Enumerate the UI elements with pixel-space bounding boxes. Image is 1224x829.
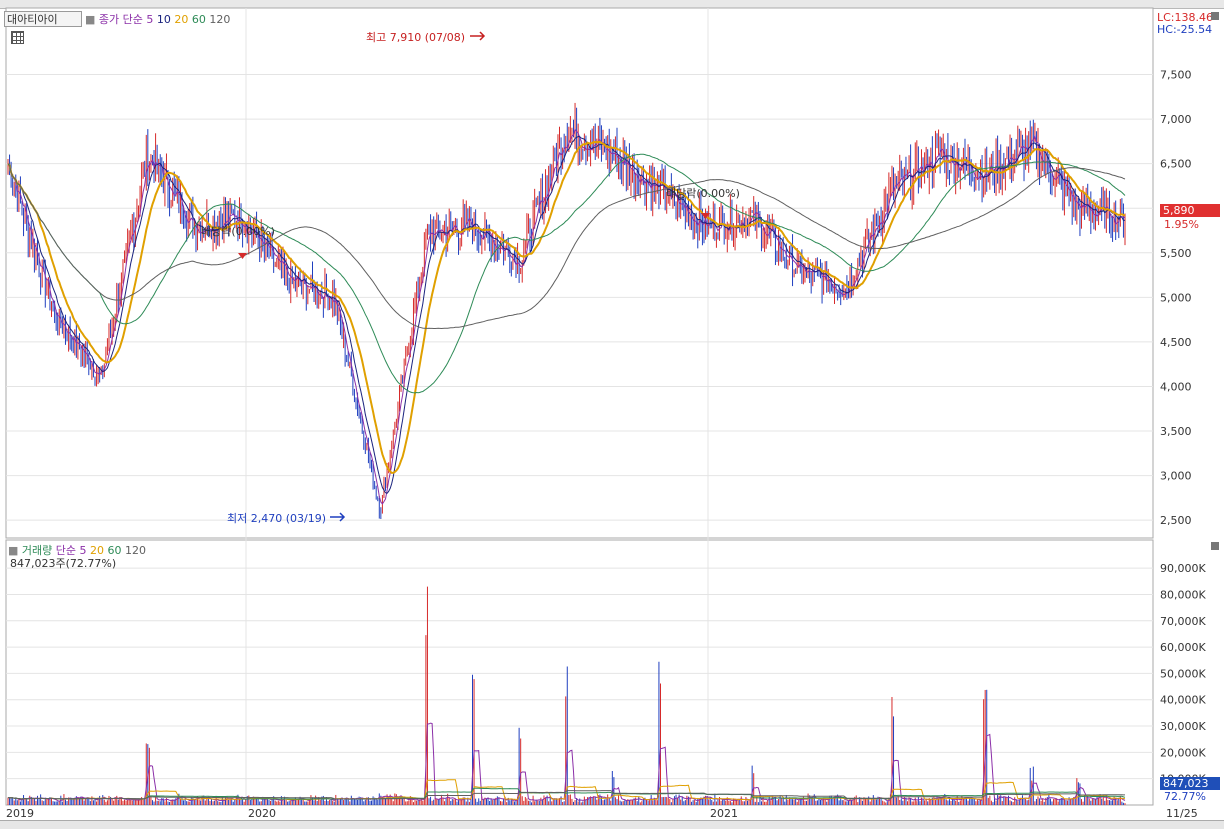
volume-tick-label: 60,000K [1160, 641, 1206, 654]
grid-settings-icon[interactable] [11, 31, 24, 44]
high-annotation: 최고 7,910 (07/08) [366, 31, 466, 44]
dividend-annotation-2021: 배당락(0.00%) [666, 187, 740, 200]
date-label-2021: 2021 [710, 807, 738, 820]
price-tick-label: 3,500 [1160, 425, 1192, 438]
legend-period-10[interactable]: 10 [157, 13, 171, 26]
volume-panel-collapse-icon[interactable] [1211, 542, 1219, 550]
price-tick-label: 4,000 [1160, 380, 1192, 393]
stock-chart: 2,5003,0003,5004,0004,5005,0005,5006,000… [5, 7, 1206, 806]
current-price-change: 1.95% [1164, 218, 1199, 231]
volume-tick-label: 30,000K [1160, 720, 1206, 733]
volume-value-label: 847,023주(72.77%) [10, 557, 117, 570]
current-volume-badge: 847,023 [1160, 777, 1220, 790]
volume-tick-label: 50,000K [1160, 667, 1206, 680]
dividend-annotation-2019: 배당락(0.00%) [201, 225, 275, 238]
volume-tick-label: 40,000K [1160, 694, 1206, 707]
price-tick-label: 3,000 [1160, 470, 1192, 483]
volume-tick-label: 20,000K [1160, 746, 1206, 759]
low-annotation: 최저 2,470 (03/19) [227, 512, 327, 525]
price-tick-label: 4,500 [1160, 336, 1192, 349]
price-legend: ■ 종가 단순 5 10 20 60 120 [85, 11, 230, 27]
price-ma-label: 종가 단순 [98, 13, 143, 26]
volume-panel-frame [5, 539, 1154, 806]
hc-indicator: HC:-25.54 [1157, 23, 1213, 36]
legend-period-120[interactable]: 120 [209, 13, 230, 26]
date-label-2020: 2020 [248, 807, 276, 820]
price-panel-frame [5, 7, 1154, 539]
price-tick-label: 5,500 [1160, 247, 1192, 260]
volume-period-120[interactable]: 120 [125, 544, 146, 557]
indicator-button[interactable]: 대아티아이 [4, 11, 82, 27]
current-price-badge: 5,890 [1160, 204, 1220, 217]
volume-tick-label: 90,000K [1160, 562, 1206, 575]
legend-period-60[interactable]: 60 [192, 13, 206, 26]
date-label-last: 11/25 [1166, 807, 1198, 820]
price-panel-collapse-icon[interactable] [1211, 12, 1219, 20]
volume-tick-label: 70,000K [1160, 615, 1206, 628]
current-volume-change: 72.77% [1164, 790, 1206, 803]
square-bullet-icon: ■ [85, 13, 96, 26]
price-tick-label: 7,500 [1160, 69, 1192, 82]
legend-period-5[interactable]: 5 [146, 13, 153, 26]
price-tick-label: 6,500 [1160, 158, 1192, 171]
price-tick-label: 2,500 [1160, 514, 1192, 527]
legend-period-20[interactable]: 20 [174, 13, 188, 26]
date-label-2019: 2019 [6, 807, 34, 820]
price-tick-label: 5,000 [1160, 291, 1192, 304]
price-tick-label: 7,000 [1160, 113, 1192, 126]
volume-tick-label: 80,000K [1160, 588, 1206, 601]
